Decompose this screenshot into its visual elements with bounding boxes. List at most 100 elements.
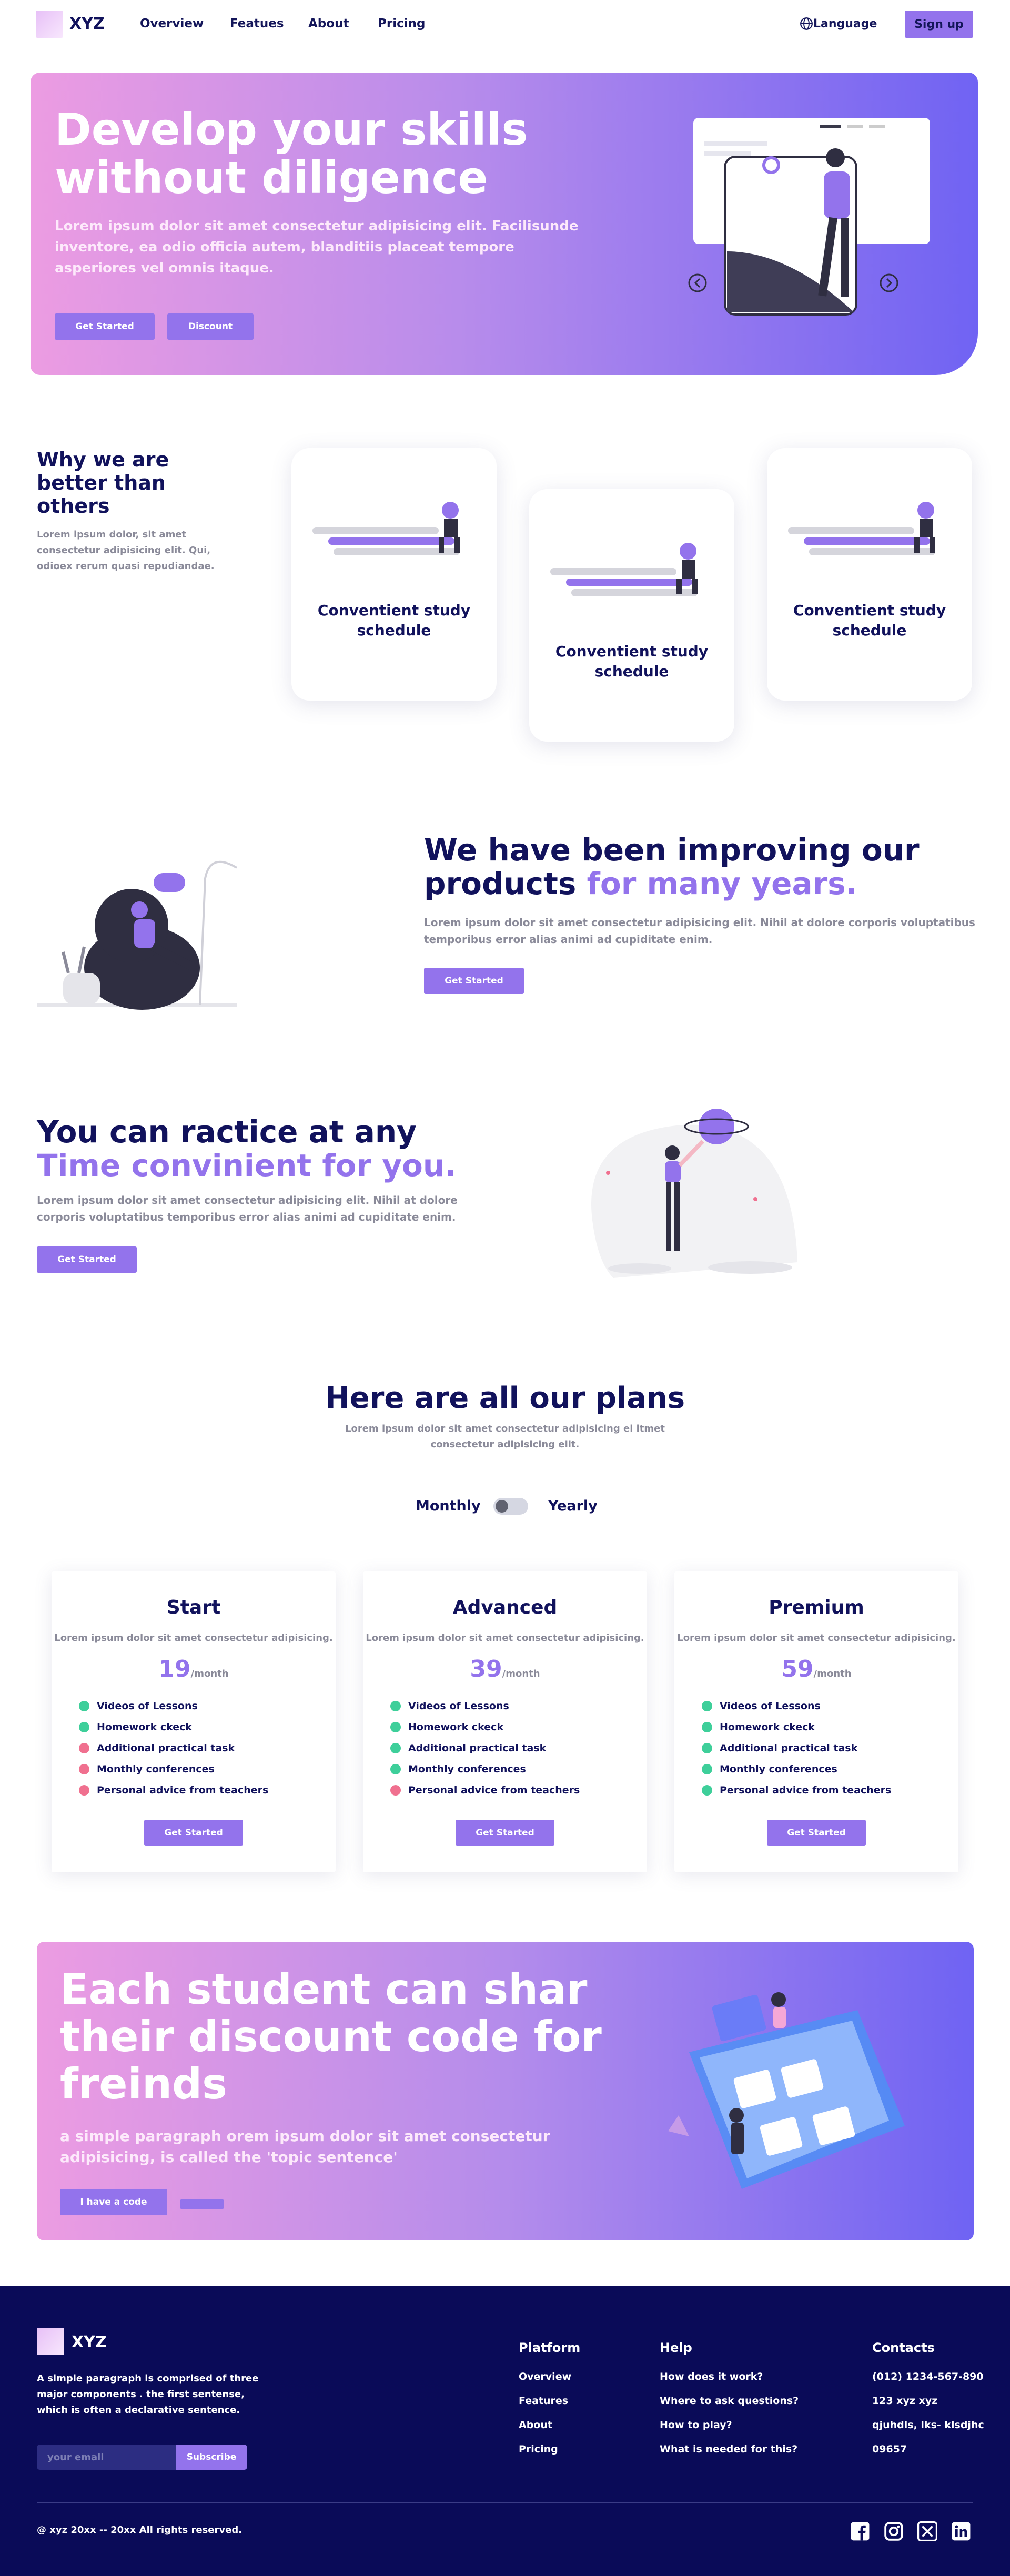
plan-feature: Additional practical task xyxy=(390,1738,580,1759)
brand-name[interactable]: XYZ xyxy=(69,15,105,33)
plan-feature-list: Videos of Lessons Homework ckeck Additio… xyxy=(390,1696,580,1801)
plan-feature-label: Monthly conferences xyxy=(408,1763,526,1775)
practice-title: You can ractice at any Time convinient f… xyxy=(37,1115,510,1182)
footer-brand-logo[interactable] xyxy=(37,2328,64,2355)
check-dot-icon xyxy=(390,1701,401,1711)
footer-link-requirements[interactable]: What is needed for this? xyxy=(660,2437,799,2461)
footer-platform-links: Overview Features About Pricing xyxy=(519,2365,571,2461)
signup-button[interactable]: Sign up xyxy=(905,11,973,38)
plan-price-value: 19 xyxy=(158,1656,191,1682)
toggle-monthly-label[interactable]: Monthly xyxy=(416,1498,481,1514)
plan-get-started-button[interactable]: Get Started xyxy=(456,1820,554,1846)
code-input-bar[interactable] xyxy=(180,2199,224,2209)
improving-get-started-button[interactable]: Get Started xyxy=(424,968,524,994)
nav-pricing[interactable]: Pricing xyxy=(378,17,425,31)
plan-get-started-button[interactable]: Get Started xyxy=(767,1820,866,1846)
brand-logo[interactable] xyxy=(36,11,63,38)
nav-about-link[interactable]: About xyxy=(308,17,349,31)
plan-feature-label: Homework ckeck xyxy=(408,1721,504,1733)
footer-link-overview[interactable]: Overview xyxy=(519,2365,571,2389)
have-code-button[interactable]: I have a code xyxy=(60,2189,167,2215)
nav-overview[interactable]: Overview xyxy=(140,17,204,31)
plan-get-started-button[interactable]: Get Started xyxy=(144,1820,243,1846)
practice-title-plain: You can ractice at any xyxy=(37,1114,417,1150)
hero-get-started-button[interactable]: Get Started xyxy=(55,313,155,340)
footer-email-input[interactable]: your email xyxy=(37,2445,176,2470)
plan-name: Advanced xyxy=(452,1597,558,1618)
footer-brand-name[interactable]: XYZ xyxy=(72,2333,107,2351)
footer-divider xyxy=(37,2502,973,2503)
hero-illustration xyxy=(688,118,930,316)
nav-about[interactable]: About xyxy=(308,17,349,31)
footer-contact-phone[interactable]: (012) 1234-567-890 xyxy=(872,2365,984,2389)
instagram-icon[interactable] xyxy=(884,2521,904,2541)
study-illustration xyxy=(550,543,698,596)
check-dot-icon xyxy=(79,1701,89,1711)
plan-price-value: 39 xyxy=(470,1656,502,1682)
nav-features-link[interactable]: Featues xyxy=(230,17,284,31)
language-selector[interactable]: Language xyxy=(800,17,877,31)
plan-card-start: Start Lorem ipsum dolor sit amet consect… xyxy=(52,1571,336,1872)
plan-feature: Homework ckeck xyxy=(79,1717,268,1738)
email-placeholder: your email xyxy=(47,2451,104,2463)
footer-contacts-list: (012) 1234-567-890 123 xyz xyz qjuhdls, … xyxy=(872,2365,984,2461)
plan-feature-label: Personal advice from teachers xyxy=(408,1784,580,1796)
check-dot-icon xyxy=(702,1701,712,1711)
footer-platform-title: Platform xyxy=(519,2340,581,2355)
hero-title-line2: without diligence xyxy=(55,152,488,204)
practice-get-started-button[interactable]: Get Started xyxy=(37,1246,137,1273)
plan-feature-label: Monthly conferences xyxy=(97,1763,215,1775)
facebook-icon[interactable] xyxy=(850,2521,870,2541)
footer-link-how-it-works[interactable]: How does it work? xyxy=(660,2365,799,2389)
toggle-knob xyxy=(496,1500,508,1513)
footer-about-text: A simple paragraph is comprised of three… xyxy=(37,2373,259,2416)
check-dot-icon xyxy=(390,1743,401,1753)
improving-text: Lorem ipsum dolor sit amet consectetur a… xyxy=(424,916,975,946)
footer-link-features[interactable]: Features xyxy=(519,2389,571,2413)
plan-feature: Personal advice from teachers xyxy=(390,1780,580,1801)
hero-discount-button[interactable]: Discount xyxy=(167,313,254,340)
plan-feature-list: Videos of Lessons Homework ckeck Additio… xyxy=(79,1696,268,1801)
nav-features[interactable]: Featues xyxy=(230,17,284,31)
nav-pricing-link[interactable]: Pricing xyxy=(378,17,425,31)
plan-price-value: 59 xyxy=(781,1656,814,1682)
cross-dot-icon xyxy=(390,1785,401,1796)
plan-card-premium: Premium Lorem ipsum dolor sit amet conse… xyxy=(674,1571,958,1872)
code-sharing-illustration xyxy=(668,1992,905,2189)
plan-feature: Homework ckeck xyxy=(702,1717,891,1738)
hero-subtitle: Lorem ipsum dolor sit amet consectetur a… xyxy=(55,218,579,276)
footer-link-pricing[interactable]: Pricing xyxy=(519,2437,571,2461)
study-illustration xyxy=(312,502,460,555)
planet-illustration xyxy=(591,1109,797,1278)
plan-price-period: /month xyxy=(502,1668,540,1679)
cross-dot-icon xyxy=(79,1764,89,1774)
practice-title-accent-1: Time xyxy=(37,1148,121,1183)
nav-overview-link[interactable]: Overview xyxy=(140,17,204,31)
plan-feature: Monthly conferences xyxy=(390,1759,580,1780)
plan-description: Lorem ipsum dolor sit amet consectetur a… xyxy=(677,1632,956,1644)
check-dot-icon xyxy=(79,1722,89,1732)
cross-dot-icon xyxy=(79,1743,89,1753)
beanbag-illustration xyxy=(37,860,237,1010)
why-title: Why we are better than others xyxy=(37,448,169,518)
footer: XYZ A simple paragraph is comprised of t… xyxy=(0,2286,1010,2576)
linkedin-icon[interactable] xyxy=(951,2521,971,2541)
plan-feature: Homework ckeck xyxy=(390,1717,580,1738)
plan-price-period: /month xyxy=(190,1668,229,1679)
plan-feature-label: Monthly conferences xyxy=(720,1763,837,1775)
plan-price: 19/month xyxy=(52,1656,336,1682)
plan-price: 39/month xyxy=(363,1656,647,1682)
why-card-2-title: Conventient study schedule xyxy=(555,643,709,680)
check-dot-icon xyxy=(702,1743,712,1753)
toggle-yearly-label[interactable]: Yearly xyxy=(548,1498,598,1514)
why-card-1: Conventient study schedule xyxy=(291,448,497,701)
footer-link-about[interactable]: About xyxy=(519,2413,571,2437)
subscribe-button[interactable]: Subscribe xyxy=(176,2445,247,2470)
x-icon[interactable] xyxy=(917,2521,937,2541)
billing-toggle[interactable] xyxy=(493,1498,528,1515)
plan-feature: Videos of Lessons xyxy=(79,1696,268,1717)
plan-description: Lorem ipsum dolor sit amet consectetur a… xyxy=(366,1632,644,1644)
plan-name: Premium xyxy=(769,1597,864,1618)
footer-link-how-to-play[interactable]: How to play? xyxy=(660,2413,799,2437)
footer-link-ask-questions[interactable]: Where to ask questions? xyxy=(660,2389,799,2413)
